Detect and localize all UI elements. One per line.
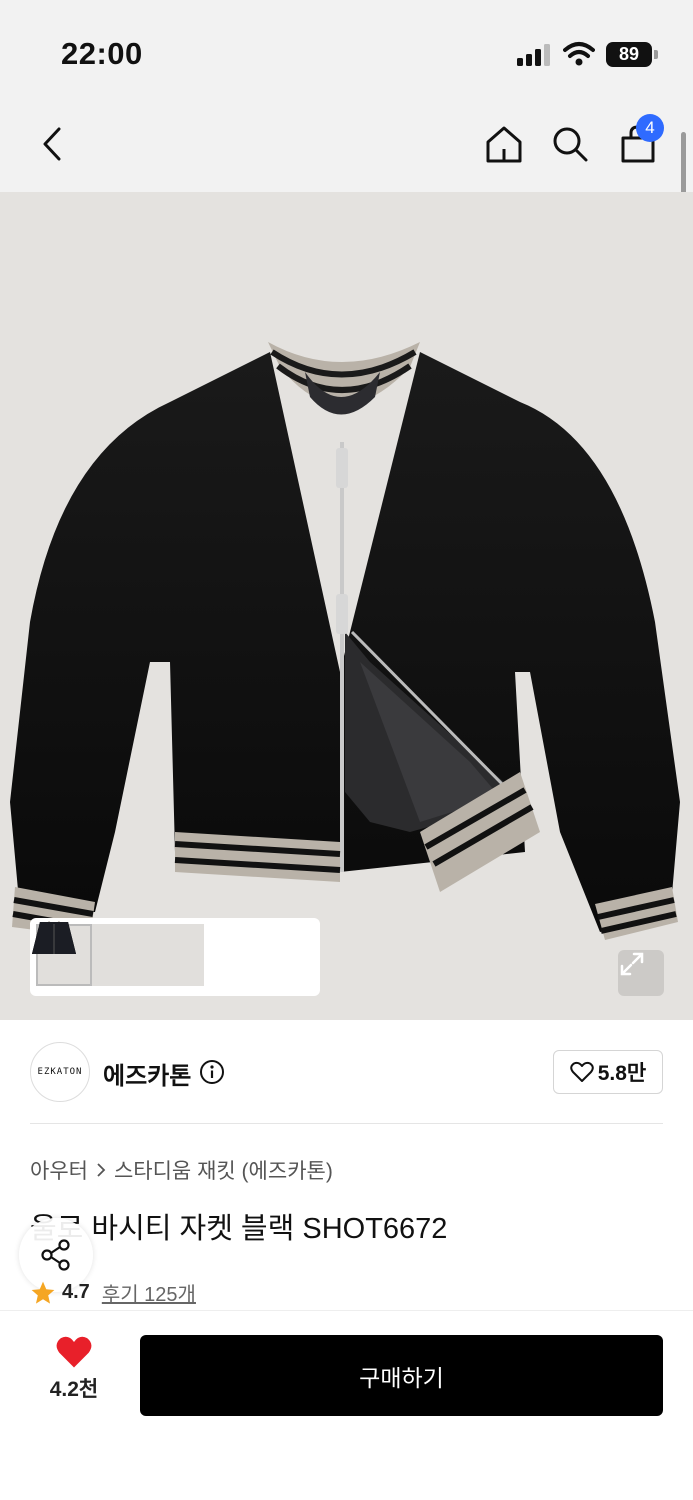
buy-button[interactable]: 구매하기 xyxy=(140,1335,663,1416)
rating-value: 4.7 xyxy=(62,1281,90,1303)
expand-icon xyxy=(620,952,644,976)
star-icon xyxy=(31,1281,55,1304)
home-button[interactable] xyxy=(476,116,532,172)
chevron-left-icon xyxy=(43,127,61,161)
wishlist-count: 4.2천 xyxy=(49,1378,99,1401)
brand-like-button[interactable]: 5.8만 xyxy=(553,1050,663,1094)
bottom-purchase-bar: 4.2천 구매하기 xyxy=(0,1310,693,1500)
heart-outline-icon xyxy=(569,1061,594,1082)
expand-image-button[interactable] xyxy=(618,950,664,996)
breadcrumb: 아우터 스타디움 재킷 (에즈카톤) xyxy=(30,1155,333,1185)
top-nav-bar xyxy=(0,96,693,192)
thumbnail-strip xyxy=(30,918,320,996)
status-bar: 22:00 89 xyxy=(0,0,693,96)
search-icon xyxy=(553,127,588,162)
rating-row: 4.7 후기 125개 xyxy=(30,1278,196,1307)
info-icon[interactable] xyxy=(199,1059,225,1085)
wifi-icon xyxy=(563,42,595,66)
brand-name[interactable]: 에즈카톤 xyxy=(103,1056,191,1091)
share-icon xyxy=(41,1239,70,1271)
battery-icon: 89 xyxy=(606,42,658,67)
battery-level: 89 xyxy=(606,42,652,67)
breadcrumb-category[interactable]: 아우터 xyxy=(30,1155,88,1185)
brand-like-count: 5.8만 xyxy=(597,1062,647,1085)
status-time: 22:00 xyxy=(61,36,143,71)
cart-count-badge: 4 xyxy=(636,114,664,142)
search-button[interactable] xyxy=(542,116,598,172)
thumbnail-2[interactable] xyxy=(32,920,148,986)
breadcrumb-subcategory[interactable]: 스타디움 재킷 (에즈카톤) xyxy=(114,1155,333,1185)
reviews-link[interactable]: 후기 125개 xyxy=(102,1278,196,1307)
cellular-signal-icon xyxy=(517,44,550,66)
chevron-right-icon xyxy=(97,1163,106,1177)
heart-icon xyxy=(56,1336,92,1368)
brand-logo[interactable]: EZKATON xyxy=(30,1042,90,1102)
wishlist-button[interactable]: 4.2천 xyxy=(30,1335,118,1415)
brand-row: EZKATON 에즈카톤 5.8만 xyxy=(0,1020,693,1124)
home-icon xyxy=(486,126,522,163)
jacket-image xyxy=(10,342,680,940)
back-button[interactable] xyxy=(24,116,80,172)
divider xyxy=(30,1123,663,1124)
product-title: 울로 바시티 자켓 블랙 SHOT6672 xyxy=(30,1213,448,1245)
thumbnail-3[interactable] xyxy=(32,922,204,986)
product-image[interactable] xyxy=(0,192,693,1020)
